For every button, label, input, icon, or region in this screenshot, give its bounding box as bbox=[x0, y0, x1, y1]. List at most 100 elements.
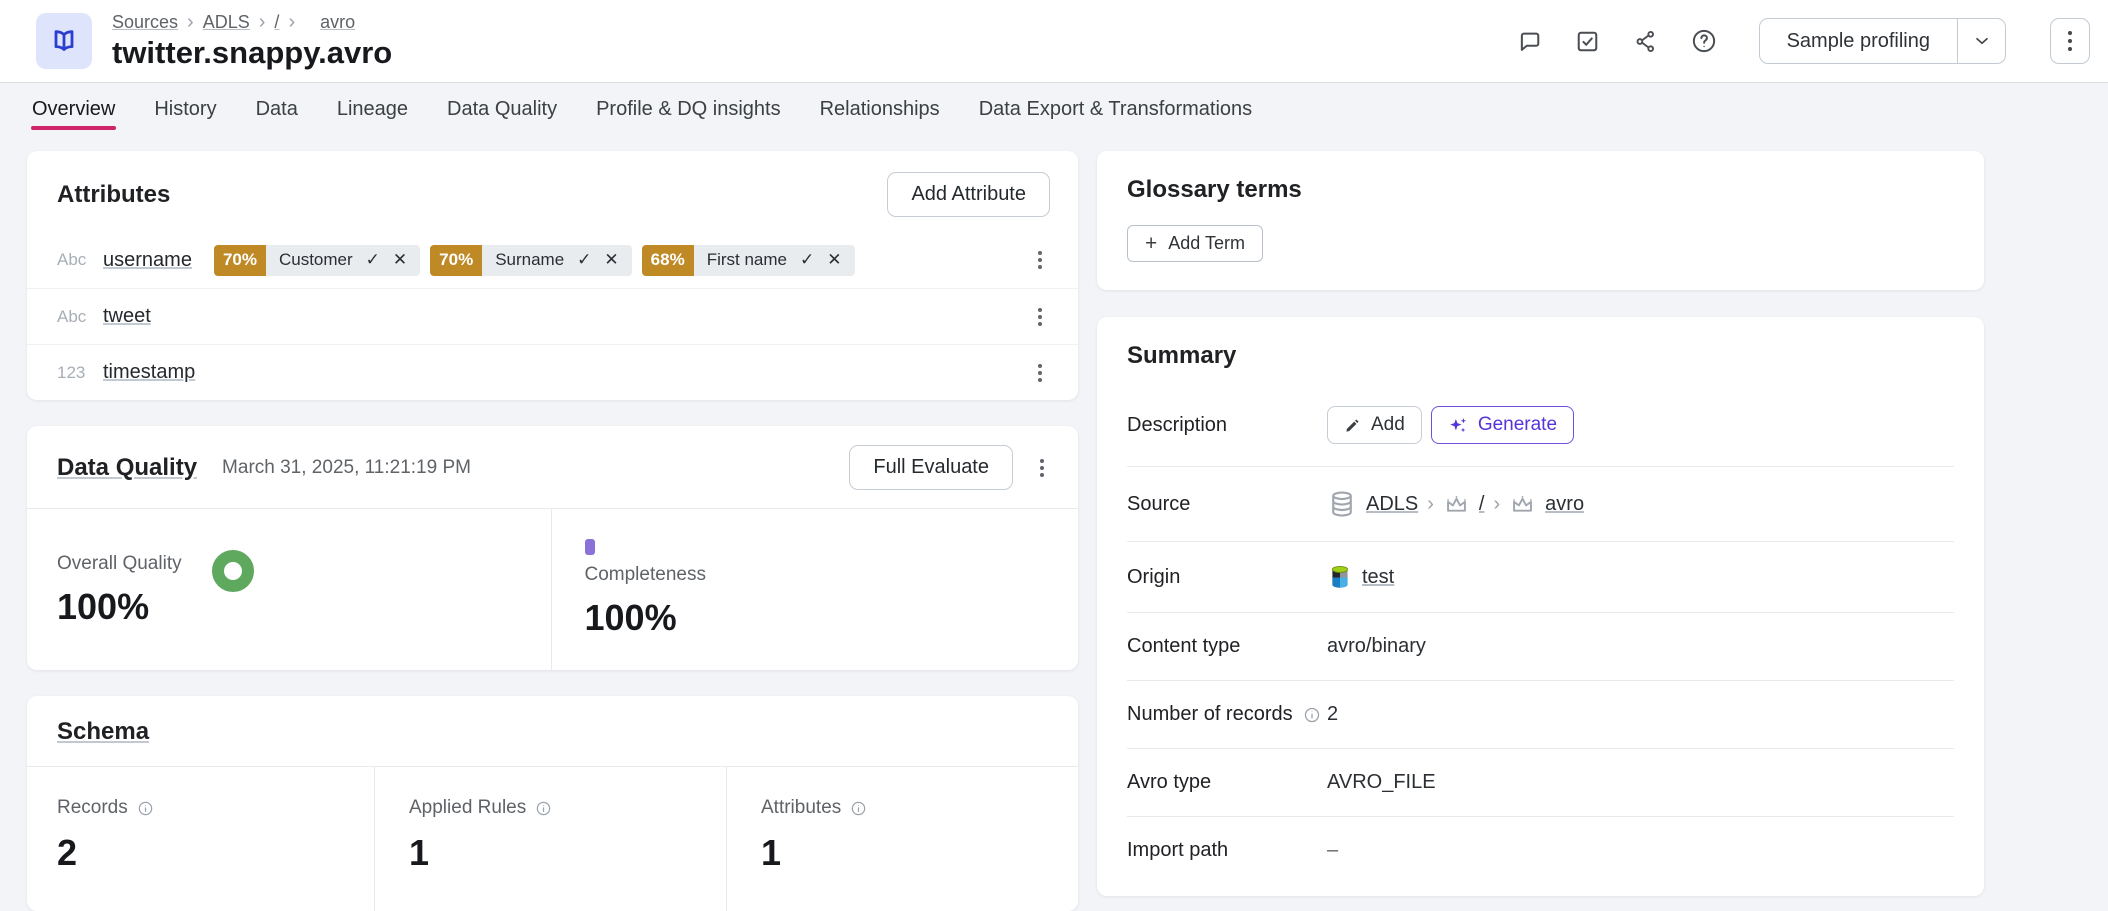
data-quality-kebab-menu[interactable] bbox=[1034, 454, 1050, 482]
chevron-down-icon bbox=[1972, 31, 1992, 51]
tab-history[interactable]: History bbox=[153, 83, 217, 135]
completeness-marker bbox=[585, 539, 595, 555]
add-attribute-button[interactable]: Add Attribute bbox=[887, 172, 1050, 217]
number-of-records-value: 2 bbox=[1327, 703, 1338, 726]
term-chip: 70% Customer ✓ ✕ bbox=[214, 245, 420, 276]
content-type-label: Content type bbox=[1127, 635, 1327, 658]
full-evaluate-button[interactable]: Full Evaluate bbox=[849, 445, 1013, 490]
accept-term-icon[interactable]: ✓ bbox=[800, 250, 814, 270]
description-add-button[interactable]: Add bbox=[1327, 406, 1422, 444]
schema-stat-records: Records 2 bbox=[27, 767, 374, 911]
glossary-terms-card: Glossary terms + Add Term bbox=[1097, 151, 1984, 290]
tab-overview[interactable]: Overview bbox=[31, 83, 116, 135]
content-type-value: avro/binary bbox=[1327, 635, 1426, 658]
attribute-name-link[interactable]: username bbox=[103, 249, 192, 272]
info-icon[interactable] bbox=[1303, 706, 1321, 724]
folder-crown-icon bbox=[1509, 491, 1536, 518]
source-avro-link[interactable]: avro bbox=[1545, 493, 1584, 516]
summary-card-title: Summary bbox=[1127, 342, 1236, 369]
tab-relationships[interactable]: Relationships bbox=[819, 83, 941, 135]
summary-row-origin: Origin test bbox=[1127, 541, 1954, 612]
completeness-metric: Completeness 100% bbox=[552, 509, 1079, 670]
overall-quality-label: Overall Quality bbox=[57, 553, 182, 575]
attribute-row: Abc username 70% Customer ✓ ✕ 70% bbox=[27, 232, 1078, 288]
profiling-dropdown-button[interactable] bbox=[1957, 19, 2005, 63]
term-label: Customer bbox=[279, 250, 353, 270]
accept-term-icon[interactable]: ✓ bbox=[366, 250, 380, 270]
breadcrumb-avro[interactable]: avro bbox=[320, 12, 355, 33]
breadcrumb-sources[interactable]: Sources bbox=[112, 12, 178, 33]
attribute-kebab-menu[interactable] bbox=[1032, 246, 1048, 274]
source-adls-link[interactable]: ADLS bbox=[1366, 493, 1418, 516]
overall-quality-value: 100% bbox=[57, 586, 182, 628]
description-generate-button[interactable]: Generate bbox=[1431, 406, 1574, 444]
avro-type-label: Avro type bbox=[1127, 771, 1327, 794]
info-icon[interactable] bbox=[137, 800, 154, 817]
schema-stat-attributes: Attributes 1 bbox=[726, 767, 1078, 911]
schema-card: Schema Records 2 Ap bbox=[27, 696, 1078, 911]
breadcrumb: Sources › ADLS › / › avro bbox=[112, 12, 392, 33]
reject-term-icon[interactable]: ✕ bbox=[393, 250, 407, 270]
attribute-kebab-menu[interactable] bbox=[1032, 303, 1048, 331]
attribute-name-link[interactable]: tweet bbox=[103, 305, 151, 328]
tab-lineage[interactable]: Lineage bbox=[336, 83, 409, 135]
summary-row-source: Source ADLS › bbox=[1127, 466, 1954, 541]
schema-card-title[interactable]: Schema bbox=[57, 718, 149, 745]
page-kebab-menu-button[interactable] bbox=[2050, 18, 2090, 64]
book-icon bbox=[48, 25, 80, 57]
quality-donut-ring bbox=[212, 550, 254, 592]
left-column: Attributes Add Attribute Abc username 70… bbox=[27, 151, 1078, 911]
task-check-icon[interactable] bbox=[1573, 26, 1603, 56]
attribute-row: Abc tweet bbox=[27, 288, 1078, 344]
tab-profile-dq-insights[interactable]: Profile & DQ insights bbox=[595, 83, 782, 135]
breadcrumb-root[interactable]: / bbox=[274, 12, 279, 33]
reject-term-icon[interactable]: ✕ bbox=[604, 250, 618, 270]
breadcrumb-separator: › bbox=[288, 12, 295, 32]
pencil-icon bbox=[1344, 416, 1362, 434]
sample-profiling-button[interactable]: Sample profiling bbox=[1760, 19, 1957, 63]
plus-icon: + bbox=[1145, 233, 1157, 254]
share-icon[interactable] bbox=[1631, 26, 1661, 56]
comment-icon[interactable] bbox=[1515, 26, 1545, 56]
term-chip-list: 70% Customer ✓ ✕ 70% Surname ✓ ✕ bbox=[214, 245, 855, 276]
origin-store-icon bbox=[1327, 564, 1353, 590]
breadcrumb-adls[interactable]: ADLS bbox=[203, 12, 250, 33]
summary-row-content-type: Content type avro/binary bbox=[1127, 612, 1954, 680]
data-quality-card-title[interactable]: Data Quality bbox=[57, 454, 197, 482]
import-path-label: Import path bbox=[1127, 839, 1327, 862]
term-score-badge: 70% bbox=[214, 245, 266, 276]
info-icon[interactable] bbox=[535, 800, 552, 817]
reject-term-icon[interactable]: ✕ bbox=[827, 250, 841, 270]
info-icon[interactable] bbox=[850, 800, 867, 817]
completeness-label: Completeness bbox=[585, 564, 1079, 586]
glossary-card-title: Glossary terms bbox=[1127, 176, 1302, 203]
path-separator: › bbox=[1427, 493, 1434, 516]
tab-bar: Overview History Data Lineage Data Quali… bbox=[0, 83, 2108, 135]
term-label: Surname bbox=[495, 250, 564, 270]
source-root-link[interactable]: / bbox=[1479, 493, 1485, 516]
help-icon[interactable] bbox=[1689, 26, 1719, 56]
attribute-name-link[interactable]: timestamp bbox=[103, 361, 195, 384]
attribute-kebab-menu[interactable] bbox=[1032, 359, 1048, 387]
attributes-card-title: Attributes bbox=[57, 181, 170, 209]
add-term-button[interactable]: + Add Term bbox=[1127, 225, 1263, 262]
applied-rules-value: 1 bbox=[409, 832, 726, 874]
attribute-row: 123 timestamp bbox=[27, 344, 1078, 400]
right-column: Glossary terms + Add Term Summary Descri… bbox=[1097, 151, 1984, 896]
term-chip: 70% Surname ✓ ✕ bbox=[430, 245, 632, 276]
overall-quality-metric: Overall Quality 100% bbox=[27, 509, 552, 670]
origin-test-link[interactable]: test bbox=[1362, 566, 1394, 589]
accept-term-icon[interactable]: ✓ bbox=[577, 250, 591, 270]
attributes-count-label: Attributes bbox=[761, 797, 841, 819]
term-label: First name bbox=[707, 250, 787, 270]
sparkle-icon bbox=[1448, 415, 1469, 436]
tab-data-export-transformations[interactable]: Data Export & Transformations bbox=[978, 83, 1253, 135]
data-quality-timestamp: March 31, 2025, 11:21:19 PM bbox=[222, 457, 471, 479]
description-generate-label: Generate bbox=[1478, 414, 1557, 436]
tab-data-quality[interactable]: Data Quality bbox=[446, 83, 558, 135]
description-label: Description bbox=[1127, 414, 1327, 437]
page-title: twitter.snappy.avro bbox=[112, 36, 392, 70]
catalog-item-badge bbox=[36, 13, 92, 69]
tab-data[interactable]: Data bbox=[255, 83, 299, 135]
database-icon bbox=[1327, 489, 1357, 519]
